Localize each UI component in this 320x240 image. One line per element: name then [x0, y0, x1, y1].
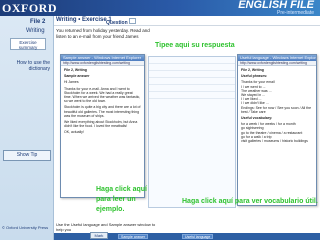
useful-language-window[interactable]: Useful language - Windows Internet Explo…	[237, 54, 317, 206]
taskbar-useful-language[interactable]: Useful language	[182, 234, 214, 239]
answer-line	[149, 92, 235, 99]
useful-language-body: File 2, Writing Useful phrases: Thanks f…	[238, 66, 316, 145]
helper-text: Use the Useful language and Sample answe…	[56, 222, 156, 232]
sidebar-file-label: File 2	[30, 19, 46, 25]
sample-paragraph: Thanks for your e-mail. Anna and I went …	[64, 86, 141, 104]
how-to-use-dictionary-link[interactable]: How to use the dictionary	[4, 60, 50, 72]
sidebar-section-label: Writing	[26, 28, 45, 34]
mark-button[interactable]: Mark	[90, 232, 108, 239]
answer-line	[149, 57, 235, 64]
answer-textarea[interactable]	[148, 56, 236, 208]
sample-paragraph: We liked everything about Stockholm, but…	[64, 120, 138, 129]
useful-heading: File 2, Writing	[241, 68, 264, 72]
sample-sign: OK, actually!	[64, 130, 84, 135]
endings-text: Endings: See for now / See you soon / Al…	[241, 105, 312, 114]
callout-type-answer: Tipee aqui su respuesta	[155, 42, 235, 49]
copyright-text: © Oxford University Press	[2, 225, 49, 230]
exercise-title: Writing • Exercise 1	[56, 17, 112, 23]
sample-paragraph: Stockholm is quite a big city and there …	[64, 105, 141, 118]
question-indicator: Question	[106, 18, 136, 26]
sample-heading: File 2, Writing	[64, 68, 87, 72]
sample-subheading: Sample answer	[64, 74, 90, 79]
answer-line	[149, 85, 235, 92]
taskbar-sample-answer[interactable]: Sample answer	[118, 234, 149, 239]
english-file-brand: ENGLISH FILE Pre-intermediate	[236, 0, 314, 16]
top-banner: OXFORD ENGLISH FILE Pre-intermediate	[0, 0, 320, 16]
vocab-item: visit galleries / museums / historic bui…	[241, 139, 308, 144]
oxford-logo: OXFORD	[2, 1, 57, 15]
vocab-heading: Useful vocabulary:	[241, 116, 273, 121]
sample-answer-body: File 2, Writing Sample answer Hi James T…	[61, 66, 144, 139]
sample-answer-window[interactable]: Sample answer - Windows Internet Explore…	[60, 54, 145, 198]
show-tip-button[interactable]: Show Tip	[3, 150, 51, 161]
question-label: Question	[106, 20, 128, 26]
callout-useful-vocab: Haga click aquí para ver vocabulario úti…	[182, 198, 318, 205]
useful-subheading: Useful phrases:	[241, 74, 268, 79]
callout-read-example: Haga click aquí para leer un ejemplo.	[96, 186, 147, 213]
answer-line	[149, 78, 235, 85]
answer-line	[149, 71, 235, 78]
answer-line	[149, 64, 235, 71]
question-box[interactable]	[128, 18, 136, 24]
instructions-text: You returned from holiday yesterday. Rea…	[56, 28, 150, 39]
exercise-summary-button[interactable]: Exercise summary	[10, 38, 46, 50]
sample-greeting: Hi James	[64, 80, 79, 85]
